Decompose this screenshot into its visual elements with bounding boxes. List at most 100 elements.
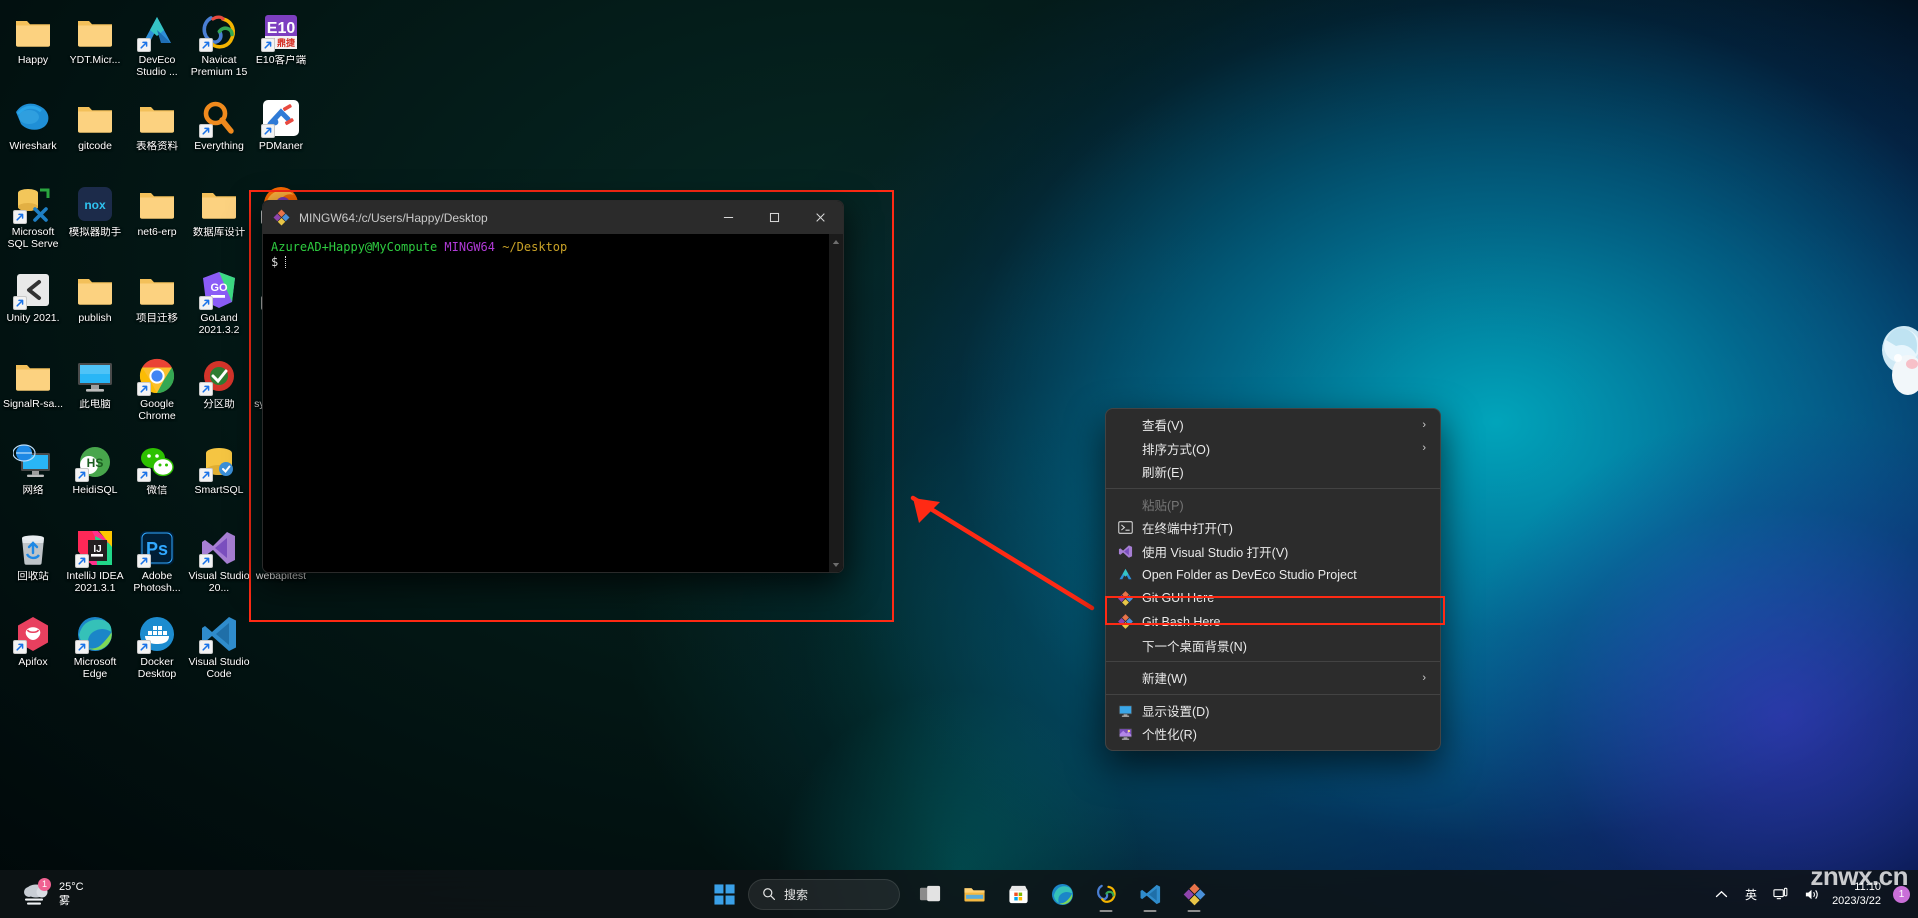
git-bash-icon [1183, 883, 1205, 905]
mingw64-terminal-window[interactable]: MINGW64:/c/Users/Happy/Desktop AzureAD+H… [262, 200, 844, 573]
scroll-up-arrow[interactable] [829, 234, 844, 249]
desktop-icon-this-pc[interactable]: 此电脑 [64, 350, 126, 436]
context-menu-item[interactable]: 在终端中打开(T) [1106, 516, 1440, 540]
desktop-icon-apifox[interactable]: Apifox [2, 608, 64, 694]
scroll-down-arrow[interactable] [829, 557, 844, 572]
clock-button[interactable]: 11:10 2023/3/22 [1828, 874, 1889, 914]
desktop-icon-folder[interactable]: publish [64, 264, 126, 350]
desktop-icon-vscode[interactable]: Visual Studio Code [188, 608, 250, 694]
chevron-down-icon [832, 562, 840, 567]
desktop-icon-smartsql[interactable]: SmartSQL [188, 436, 250, 522]
desktop-icon-label: IntelliJ IDEA 2021.3.1 [66, 571, 124, 594]
desktop-icon-docker[interactable]: Docker Desktop [126, 608, 188, 694]
network-button[interactable] [1766, 874, 1795, 914]
context-menu-item[interactable]: 刷新(E) [1106, 460, 1440, 484]
vscode-icon [1140, 884, 1160, 904]
desktop-context-menu[interactable]: 查看(V) › 排序方式(O) › 刷新(E) 粘贴(P) 在终端中打开(T) 使用 Visu… [1105, 408, 1441, 751]
volume-button[interactable] [1797, 874, 1826, 914]
context-menu-item[interactable]: Git Bash Here [1106, 610, 1440, 634]
desktop-icon-e10-client[interactable]: E10 鼎捷 E10客户端 [250, 6, 312, 92]
desktop-icon-recycle-bin[interactable]: 回收站 [2, 522, 64, 608]
context-menu-separator [1106, 661, 1440, 662]
context-menu-item-label: Git Bash Here [1142, 614, 1221, 629]
desktop-icon-photoshop[interactable]: Ps Adobe Photosh... [126, 522, 188, 608]
close-button[interactable] [797, 201, 843, 234]
desktop-icon-wechat[interactable]: 微信 [126, 436, 188, 522]
shortcut-arrow-icon [137, 382, 151, 396]
start-button[interactable] [704, 874, 744, 914]
context-menu-separator [1106, 487, 1440, 489]
context-menu-item[interactable]: Open Folder as DevEco Studio Project [1106, 563, 1440, 587]
desktop-icon-folder[interactable]: 项目迁移 [126, 264, 188, 350]
chevron-right-icon: › [1422, 418, 1426, 431]
microsoft-edge-button[interactable] [1042, 874, 1082, 914]
context-menu-item[interactable]: 下一个桌面背景(N) [1106, 634, 1440, 658]
desktop-icon-visual-studio[interactable]: Visual Studio 20... [188, 522, 250, 608]
desktop-icon-folder[interactable]: SignalR-sa... [2, 350, 64, 436]
terminal-scrollbar[interactable] [828, 234, 843, 572]
desktop-icon-unity[interactable]: Unity 2021. [2, 264, 64, 350]
pdmaner-icon [261, 98, 301, 138]
desktop-icon-navicat[interactable]: Navicat Premium 15 [188, 6, 250, 92]
terminal-output[interactable]: AzureAD+Happy@MyCompute MINGW64 ~/Deskto… [263, 234, 828, 572]
ime-indicator[interactable]: 英 [1738, 874, 1764, 914]
desktop-icon-folder[interactable]: 数据库设计 [188, 178, 250, 264]
navicat-button[interactable] [1086, 874, 1126, 914]
desktop-icon-mssql[interactable]: Microsoft SQL Serve [2, 178, 64, 264]
taskbar-center-group: 搜索 [704, 870, 1214, 918]
terminal-title-bar[interactable]: MINGW64:/c/Users/Happy/Desktop [263, 201, 843, 234]
desktop-icon-nox[interactable]: nox 模拟器助手 [64, 178, 126, 264]
task-view-button[interactable] [910, 874, 950, 914]
context-menu-item[interactable]: Git GUI Here [1106, 587, 1440, 611]
file-explorer-button[interactable] [954, 874, 994, 914]
network-icon [1773, 887, 1788, 899]
desktop-icon-intellij-idea[interactable]: IJ IntelliJ IDEA 2021.3.1 [64, 522, 126, 608]
desktop-icon-deveco-studio[interactable]: DevEco Studio ... [126, 6, 188, 92]
desktop-icon-folder[interactable]: net6-erp [126, 178, 188, 264]
folder-icon [78, 279, 112, 305]
chevron-right-icon: › [1422, 442, 1426, 455]
desktop-icon-everything[interactable]: Everything [188, 92, 250, 178]
desktop-icon-label: Happy [17, 55, 49, 66]
context-menu-item[interactable]: 个性化(R) [1106, 722, 1440, 746]
context-menu-item[interactable]: 显示设置(D) [1106, 699, 1440, 723]
desktop-icon-wireshark[interactable]: Wireshark [2, 92, 64, 178]
folder-icon [13, 356, 53, 396]
microsoft-store-button[interactable] [998, 874, 1038, 914]
taskbar-search-box[interactable]: 搜索 [748, 878, 900, 910]
start-icon [713, 883, 735, 905]
desktop-icon-goland[interactable]: GO GoLand 2021.3.2 [188, 264, 250, 350]
context-menu-item[interactable]: 使用 Visual Studio 打开(V) [1106, 540, 1440, 564]
maximize-button[interactable] [751, 201, 797, 234]
desktop-icon-folder[interactable]: YDT.Micr... [64, 6, 126, 92]
volume-icon [1805, 889, 1818, 899]
running-indicator [1187, 909, 1201, 912]
desktop-icon-folder[interactable]: Happy [2, 6, 64, 92]
weather-temperature: 25°C [59, 881, 84, 893]
desktop-icon-pdmaner[interactable]: PDManer [250, 92, 312, 178]
context-menu-item[interactable]: 新建(W) › [1106, 666, 1440, 690]
desktop-icon-network[interactable]: 网络 [2, 436, 64, 522]
context-menu-item[interactable]: 排序方式(O) › [1106, 437, 1440, 461]
notification-badge[interactable]: 1 [1893, 885, 1910, 903]
context-menu-item: 粘贴(P) [1106, 493, 1440, 517]
desktop-icon-label: Visual Studio Code [188, 657, 250, 680]
vscode-button[interactable] [1130, 874, 1170, 914]
vscode-icon [199, 614, 239, 654]
desktop-icon-heidisql[interactable]: HS HeidiSQL [64, 436, 126, 522]
weather-alert-badge: 1 [38, 878, 51, 891]
desktop-icon-partition-assistant[interactable]: 分区助 [188, 350, 250, 436]
desktop-icon-folder[interactable]: 表格资料 [126, 92, 188, 178]
desktop-icon-folder[interactable]: gitcode [64, 92, 126, 178]
desktop-icon-chrome[interactable]: Google Chrome [126, 350, 188, 436]
minimize-button[interactable] [705, 201, 751, 234]
terminal-body[interactable]: AzureAD+Happy@MyCompute MINGW64 ~/Deskto… [263, 234, 843, 572]
show-hidden-icons-button[interactable] [1707, 874, 1736, 914]
taskbar-weather-widget[interactable]: 1 25°C 雾 [12, 874, 92, 914]
folder-icon [199, 184, 239, 224]
context-menu-item[interactable]: 查看(V) › [1106, 413, 1440, 437]
git-bash-button[interactable] [1174, 874, 1214, 914]
desktop-icon-edge[interactable]: Microsoft Edge [64, 608, 126, 694]
context-menu-item-label: 新建(W) [1142, 672, 1188, 687]
edge-icon [1051, 883, 1073, 905]
